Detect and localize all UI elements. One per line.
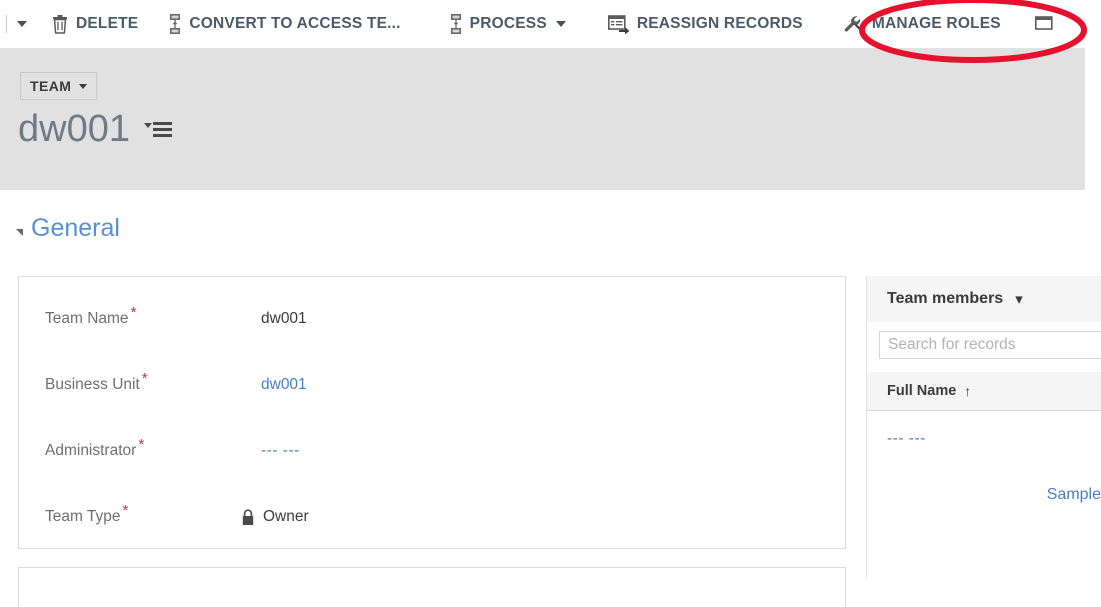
list-lines-icon bbox=[152, 121, 172, 137]
process-caret-down-icon bbox=[555, 21, 566, 27]
table-row-secondary[interactable]: Sample bbox=[867, 472, 1101, 518]
entity-type-chip[interactable]: TEAM bbox=[20, 72, 98, 100]
field-row-business-unit: Business Unit * dw001 bbox=[19, 369, 845, 401]
command-bar: DELETE CONVERT TO ACCESS TE... PROCESS R… bbox=[0, 0, 1101, 48]
field-row-team-name: Team Name * dw001 bbox=[19, 303, 845, 335]
list-icon bbox=[1034, 16, 1053, 30]
record-set-menu-icon[interactable] bbox=[143, 121, 172, 137]
subgrid-column-header: Full Name ↑ bbox=[867, 372, 1101, 411]
wrench-icon bbox=[844, 16, 864, 33]
secondary-field-card bbox=[18, 567, 846, 607]
required-marker: * bbox=[138, 435, 145, 453]
caret-down-icon bbox=[79, 83, 88, 89]
process-button-label: PROCESS bbox=[469, 15, 547, 32]
trash-icon bbox=[53, 15, 67, 34]
cell-sample-link[interactable]: Sample bbox=[1047, 486, 1101, 504]
manage-roles-label: MANAGE ROLES bbox=[871, 15, 1001, 32]
sort-ascending-icon[interactable]: ↑ bbox=[964, 383, 971, 399]
command-bar-overflow-button[interactable] bbox=[9, 7, 31, 41]
convert-to-access-team-button[interactable]: CONVERT TO ACCESS TE... bbox=[160, 7, 408, 41]
required-marker: * bbox=[130, 303, 137, 321]
record-title-row: dw001 bbox=[18, 110, 172, 148]
convert-team-icon bbox=[170, 14, 181, 34]
reassign-records-label: REASSIGN RECORDS bbox=[636, 15, 803, 32]
delete-button-label: DELETE bbox=[76, 15, 139, 32]
column-header-full-name[interactable]: Full Name bbox=[887, 383, 956, 399]
lock-icon bbox=[242, 508, 254, 525]
chevron-down-icon[interactable]: ▾ bbox=[1015, 292, 1023, 307]
subgrid-title: Team members bbox=[887, 290, 1004, 307]
command-bar-trailing-button[interactable] bbox=[1027, 7, 1063, 41]
table-row[interactable]: --- --- bbox=[867, 416, 1101, 462]
section-title: General bbox=[31, 214, 120, 242]
reassign-records-button[interactable]: REASSIGN RECORDS bbox=[600, 7, 811, 41]
subgrid-header[interactable]: Team members ▾ bbox=[867, 276, 1101, 322]
reassign-records-icon bbox=[607, 15, 630, 34]
team-name-value[interactable]: dw001 bbox=[261, 310, 307, 328]
team-name-label: Team Name * bbox=[45, 303, 137, 327]
administrator-label: Administrator * bbox=[45, 435, 145, 459]
business-unit-label: Business Unit * bbox=[45, 369, 148, 393]
team-type-label: Team Type * bbox=[45, 501, 129, 525]
team-members-subgrid-panel: Team members ▾ Full Name ↑ --- --- Sampl… bbox=[866, 276, 1101, 578]
search-input[interactable] bbox=[879, 331, 1101, 359]
entity-type-label: TEAM bbox=[30, 78, 72, 94]
page-title: dw001 bbox=[18, 108, 130, 150]
general-field-card: Team Name * dw001 Business Unit * dw001 Ad… bbox=[18, 276, 846, 549]
process-icon bbox=[450, 14, 461, 34]
caret-down-icon bbox=[143, 123, 152, 128]
business-unit-value[interactable]: dw001 bbox=[261, 376, 307, 394]
form-body: General Team Name * dw001 Business Unit * … bbox=[0, 190, 1101, 607]
field-row-team-type: Team Type * Owner bbox=[19, 501, 845, 533]
manage-roles-button[interactable]: MANAGE ROLES bbox=[835, 7, 1009, 41]
delete-button[interactable]: DELETE bbox=[43, 7, 146, 41]
record-header-band: TEAM dw001 bbox=[0, 48, 1085, 190]
chevron-down-icon bbox=[17, 21, 27, 27]
field-row-administrator: Administrator * --- --- bbox=[19, 435, 845, 467]
team-type-value-wrap: Owner bbox=[241, 508, 309, 526]
convert-to-access-team-label: CONVERT TO ACCESS TE... bbox=[189, 15, 401, 32]
required-marker: * bbox=[141, 369, 148, 387]
administrator-value[interactable]: --- --- bbox=[261, 442, 300, 460]
collapse-triangle-icon bbox=[16, 229, 23, 236]
process-button[interactable]: PROCESS bbox=[441, 7, 574, 41]
team-type-value: Owner bbox=[263, 508, 309, 525]
command-bar-divider bbox=[6, 15, 7, 33]
cell-full-name[interactable]: --- --- bbox=[887, 430, 926, 448]
required-marker: * bbox=[122, 501, 129, 519]
general-section-header[interactable]: General bbox=[16, 214, 120, 243]
